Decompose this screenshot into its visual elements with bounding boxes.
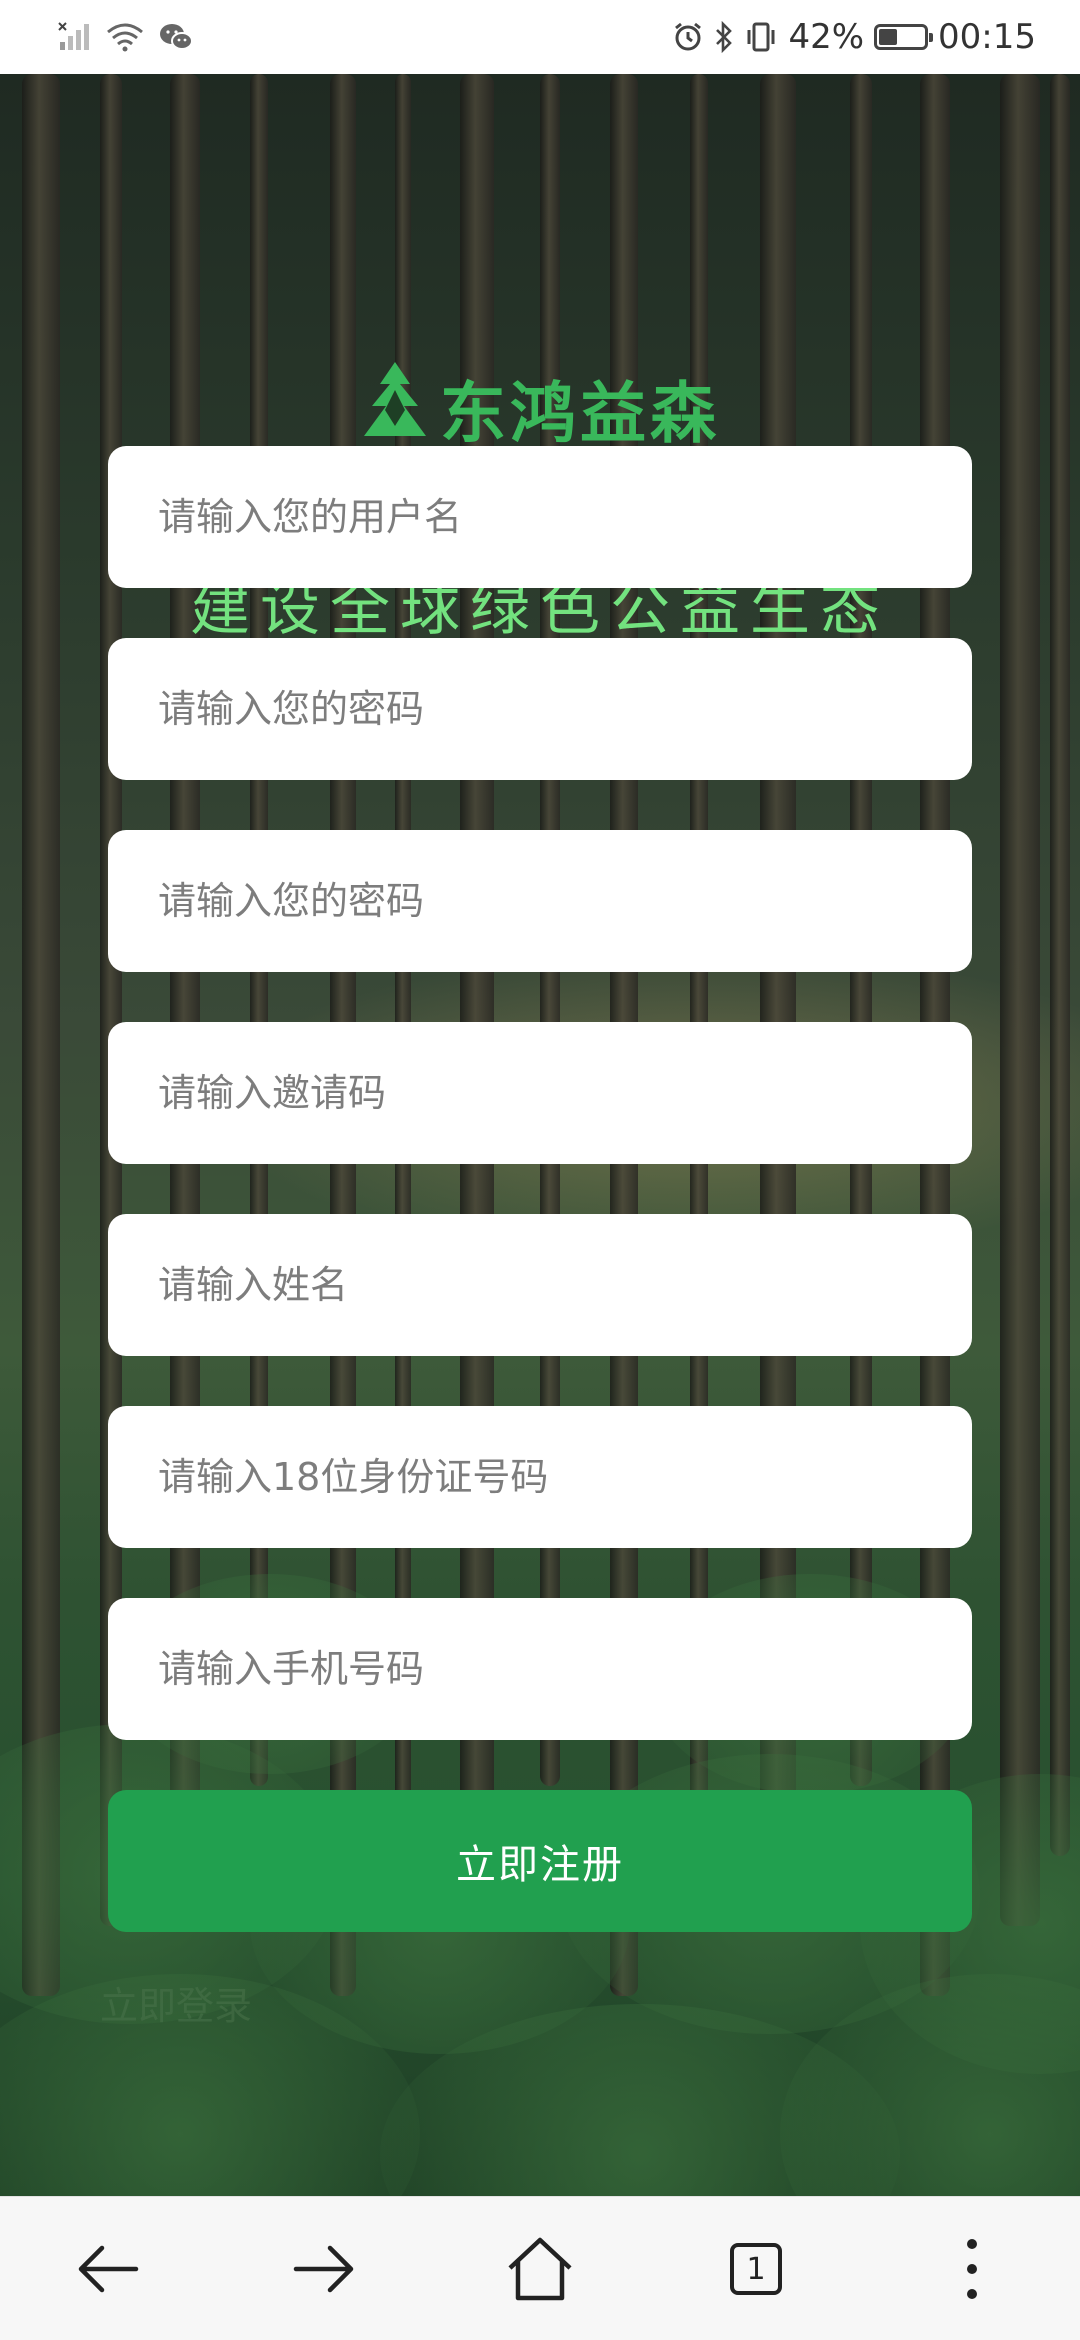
more-menu-icon xyxy=(967,2239,977,2299)
battery-percent: 42% xyxy=(788,17,865,57)
username-input[interactable] xyxy=(108,446,972,588)
tree-trunk xyxy=(1000,74,1040,1926)
no-signal-icon xyxy=(58,22,92,52)
wifi-icon xyxy=(106,22,144,52)
tabs-button[interactable]: 1 xyxy=(696,2209,816,2329)
tab-count: 1 xyxy=(746,2251,766,2287)
id-number-input[interactable] xyxy=(108,1406,972,1548)
register-form: 立即注册 xyxy=(108,446,972,1932)
alarm-icon xyxy=(672,21,704,53)
status-bar-right: 42% 00:15 xyxy=(672,17,1036,57)
battery-level-fill xyxy=(879,29,898,45)
clock-time: 00:15 xyxy=(938,17,1036,57)
real-name-input[interactable] xyxy=(108,1214,972,1356)
back-arrow-icon xyxy=(78,2245,139,2293)
screen: 42% 00:15 东鸿益森 建设全球绿色公益生态 立即注册 立即登录 xyxy=(0,0,1080,2340)
home-button[interactable] xyxy=(480,2209,600,2329)
back-button[interactable] xyxy=(48,2209,168,2329)
wechat-icon xyxy=(158,22,194,52)
status-bar: 42% 00:15 xyxy=(0,0,1080,74)
password-input[interactable] xyxy=(108,638,972,780)
faint-links: 立即登录 xyxy=(0,1975,1080,2030)
forward-button[interactable] xyxy=(264,2209,384,2329)
vibrate-icon xyxy=(744,21,778,53)
forward-arrow-icon xyxy=(293,2245,354,2293)
battery-icon xyxy=(874,24,934,50)
login-link[interactable]: 立即登录 xyxy=(100,1975,252,2030)
register-button[interactable]: 立即注册 xyxy=(108,1790,972,1932)
tree-trunk xyxy=(1050,74,1070,1856)
browser-bottom-nav: 1 xyxy=(0,2196,1080,2340)
confirm-password-input[interactable] xyxy=(108,830,972,972)
status-bar-left xyxy=(58,22,194,52)
home-icon xyxy=(508,2237,572,2301)
brand-name: 东鸿益森 xyxy=(440,375,720,452)
more-menu-button[interactable] xyxy=(912,2209,1032,2329)
phone-input[interactable] xyxy=(108,1598,972,1740)
leaf-logo-icon xyxy=(360,360,430,456)
tabs-icon: 1 xyxy=(730,2243,782,2295)
brand-logo: 东鸿益森 xyxy=(0,360,1080,456)
invite-code-input[interactable] xyxy=(108,1022,972,1164)
bluetooth-icon xyxy=(714,21,734,53)
